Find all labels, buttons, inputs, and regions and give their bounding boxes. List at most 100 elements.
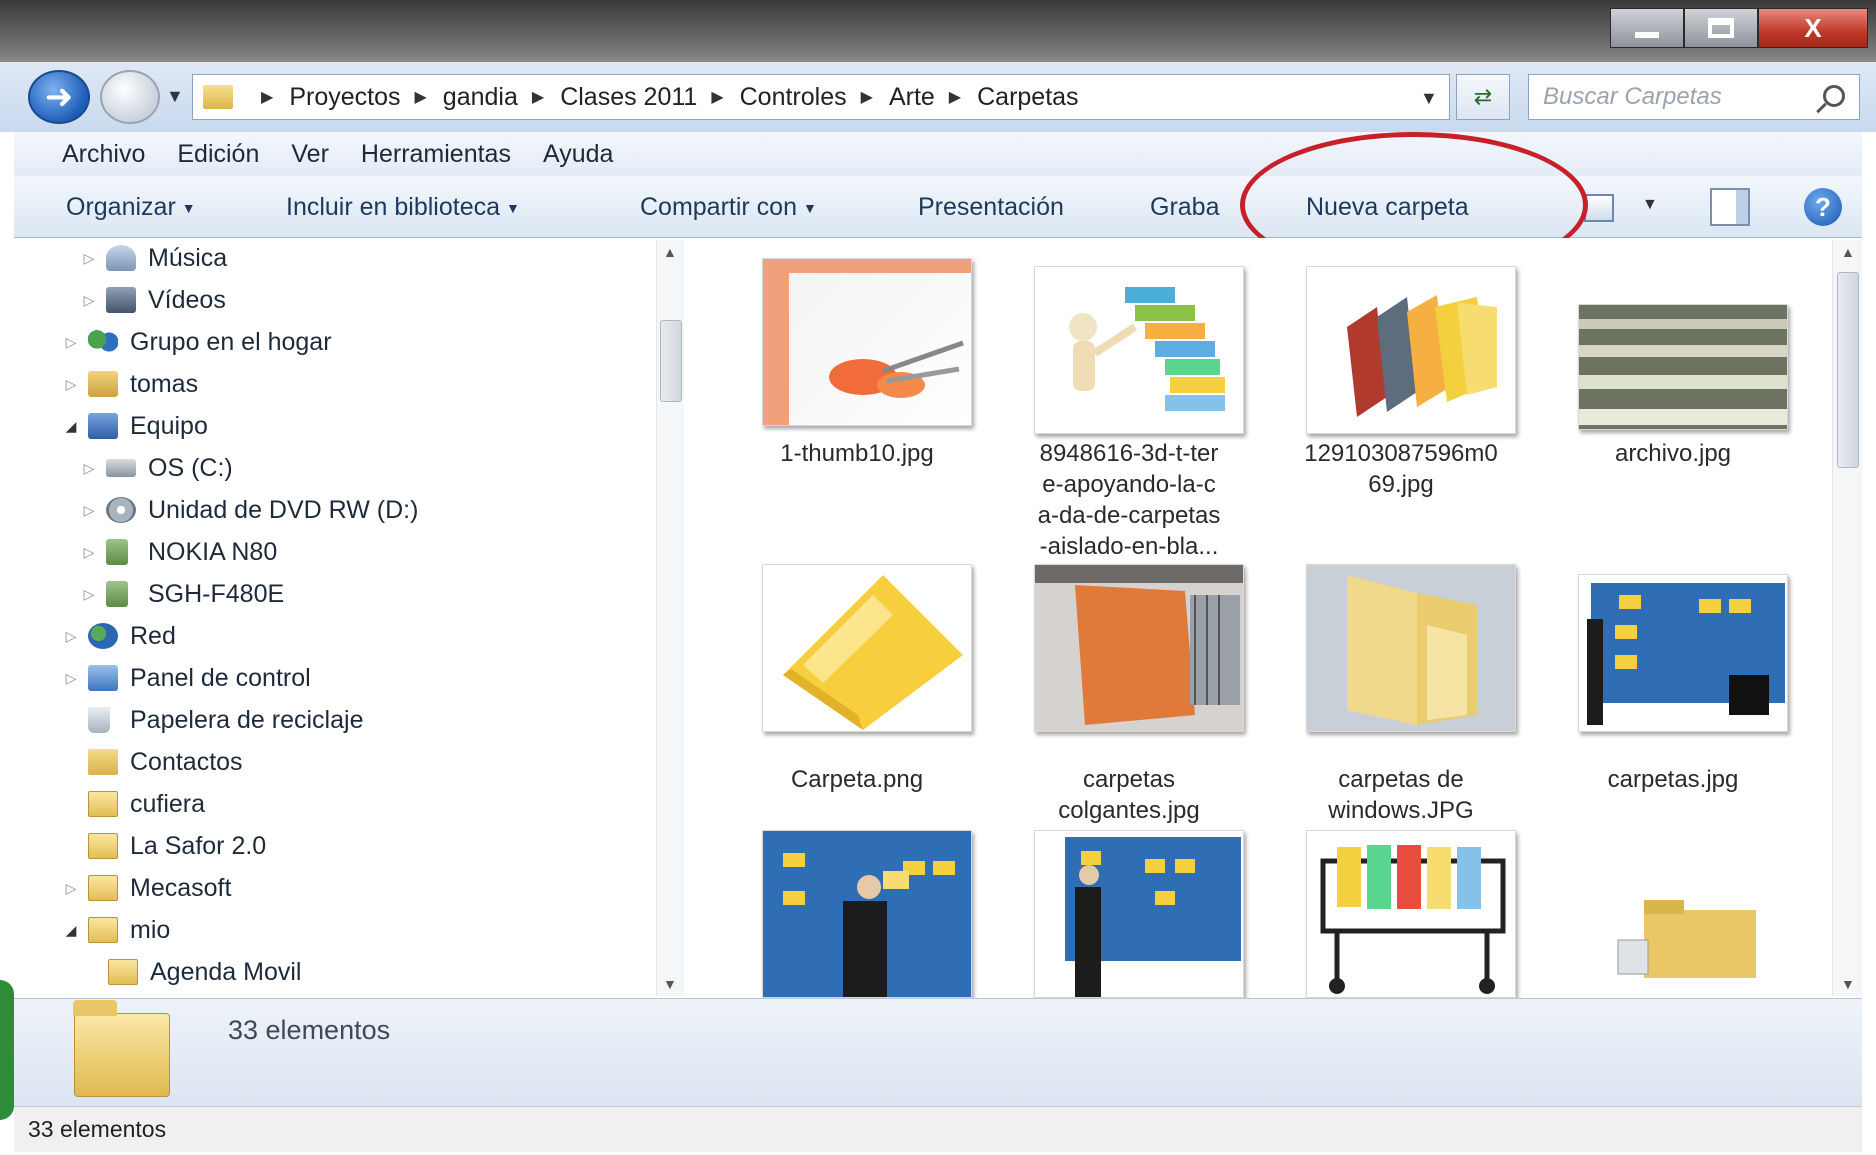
expand-arrow-icon[interactable]: ▷ bbox=[80, 292, 98, 309]
breadcrumb-item[interactable]: gandia bbox=[443, 83, 518, 112]
tree-item-sgh[interactable]: ▷ SGH-F480E bbox=[80, 574, 285, 614]
expand-arrow-icon[interactable]: ▷ bbox=[80, 586, 98, 603]
burn-button[interactable]: Graba bbox=[1150, 193, 1219, 222]
tree-item-musica[interactable]: ▷ Música bbox=[80, 238, 228, 278]
chevron-down-icon[interactable]: ▼ bbox=[1642, 196, 1658, 214]
expand-arrow-icon[interactable]: ▷ bbox=[62, 376, 80, 393]
tree-item-os-c[interactable]: ▷ OS (C:) bbox=[80, 448, 233, 488]
address-bar[interactable]: ▶ Proyectos ▶ gandia ▶ Clases 2011 ▶ Con… bbox=[192, 74, 1450, 120]
organize-button[interactable]: Organizar ▼ bbox=[66, 193, 196, 222]
slideshow-button[interactable]: Presentación bbox=[918, 193, 1064, 222]
collapse-arrow-icon[interactable]: ◢ bbox=[62, 418, 80, 435]
expand-arrow-icon[interactable]: ▷ bbox=[62, 334, 80, 351]
tree-item-la-safor[interactable]: La Safor 2.0 bbox=[88, 826, 266, 866]
chevron-right-icon[interactable]: ▶ bbox=[532, 87, 544, 107]
organize-label: Organizar bbox=[66, 193, 176, 221]
scroll-up-icon[interactable]: ▲ bbox=[1841, 244, 1855, 260]
search-input[interactable]: Buscar Carpetas bbox=[1528, 74, 1860, 120]
expand-arrow-icon[interactable]: ▷ bbox=[80, 544, 98, 561]
tree-item-label: Grupo en el hogar bbox=[130, 327, 332, 356]
menu-ayuda[interactable]: Ayuda bbox=[543, 140, 613, 169]
tree-item-videos[interactable]: ▷ Vídeos bbox=[80, 280, 226, 320]
menu-bar: Archivo Edición Ver Herramientas Ayuda bbox=[14, 132, 1862, 176]
scroll-down-icon[interactable]: ▼ bbox=[663, 976, 677, 992]
folder-icon bbox=[73, 1000, 170, 1097]
tree-item-equipo[interactable]: ◢ Equipo bbox=[62, 406, 208, 446]
tree-item-mio[interactable]: ◢ mio bbox=[62, 910, 171, 950]
window-titlebar: X bbox=[0, 0, 1876, 62]
chevron-right-icon[interactable]: ▶ bbox=[711, 87, 723, 107]
recent-pages-dropdown[interactable]: ▼ bbox=[166, 86, 184, 107]
chevron-right-icon[interactable]: ▶ bbox=[861, 87, 873, 107]
minimize-button[interactable] bbox=[1610, 8, 1684, 48]
status-item-count: 33 elementos bbox=[28, 1116, 167, 1142]
tree-item-red[interactable]: ▷ Red bbox=[62, 616, 176, 656]
preview-pane-icon[interactable] bbox=[1710, 188, 1750, 226]
file-label-line: a-da-de-carpetas bbox=[1037, 502, 1221, 529]
chevron-right-icon[interactable]: ▶ bbox=[261, 87, 273, 107]
navigation-scrollbar[interactable]: ▲ ▼ bbox=[656, 240, 684, 996]
content-scrollbar[interactable]: ▲ ▼ bbox=[1832, 240, 1862, 996]
3d-figure-image bbox=[1069, 287, 1225, 411]
share-with-button[interactable]: Compartir con ▼ bbox=[640, 193, 817, 222]
tree-item-panel-control[interactable]: ▷ Panel de control bbox=[62, 658, 311, 698]
expand-arrow-icon[interactable]: ▷ bbox=[62, 880, 80, 897]
scroll-down-icon[interactable]: ▼ bbox=[1841, 976, 1855, 992]
breadcrumb-item[interactable]: Proyectos bbox=[289, 83, 400, 112]
menu-ver[interactable]: Ver bbox=[291, 140, 329, 169]
breadcrumb-item[interactable]: Controles bbox=[740, 83, 847, 112]
search-icon[interactable] bbox=[1823, 85, 1845, 107]
small-folder-image bbox=[1617, 900, 1756, 978]
file-label-line: windows.JPG bbox=[1328, 797, 1474, 824]
recycle-bin-icon bbox=[88, 707, 110, 733]
expand-arrow-icon[interactable]: ▷ bbox=[62, 670, 80, 687]
close-button[interactable]: X bbox=[1758, 8, 1868, 48]
tree-item-agenda-movil[interactable]: Agenda Movil bbox=[108, 952, 301, 992]
change-view-icon[interactable] bbox=[1584, 194, 1614, 222]
dvd-drive-icon bbox=[106, 497, 136, 523]
address-dropdown[interactable]: ▼ bbox=[1420, 88, 1438, 109]
tree-item-contactos[interactable]: Contactos bbox=[88, 742, 243, 782]
tree-item-mecasoft[interactable]: ▷ Mecasoft bbox=[62, 868, 232, 908]
back-button[interactable]: ➜ bbox=[28, 70, 90, 124]
expand-arrow-icon[interactable]: ▷ bbox=[62, 628, 80, 645]
tree-item-label: cufiera bbox=[130, 789, 206, 818]
expand-arrow-icon[interactable]: ▷ bbox=[80, 502, 98, 519]
tree-item-tomas[interactable]: ▷ tomas bbox=[62, 364, 198, 404]
tree-item-cufiera[interactable]: cufiera bbox=[88, 784, 205, 824]
drive-icon bbox=[106, 459, 136, 477]
tree-item-nokia[interactable]: ▷ NOKIA N80 bbox=[80, 532, 278, 572]
scrollbar-thumb[interactable] bbox=[1837, 272, 1859, 468]
yellow-folder-image bbox=[783, 575, 963, 730]
breadcrumb-item[interactable]: Clases 2011 bbox=[560, 83, 697, 112]
chevron-right-icon[interactable]: ▶ bbox=[949, 87, 961, 107]
tree-item-grupo-hogar[interactable]: ▷ Grupo en el hogar bbox=[62, 322, 332, 362]
menu-edicion[interactable]: Edición bbox=[177, 140, 259, 169]
include-library-button[interactable]: Incluir en biblioteca ▼ bbox=[286, 193, 520, 222]
help-icon[interactable]: ? bbox=[1804, 188, 1842, 226]
tree-item-papelera[interactable]: Papelera de reciclaje bbox=[88, 700, 363, 740]
refresh-button[interactable]: ⇄ bbox=[1456, 74, 1510, 120]
include-library-label: Incluir en biblioteca bbox=[286, 193, 501, 221]
file-thumbnail bbox=[1306, 830, 1516, 998]
file-label-line: Carpeta.png bbox=[790, 766, 924, 793]
maximize-button[interactable] bbox=[1684, 8, 1758, 48]
forward-button[interactable] bbox=[100, 70, 160, 124]
collapse-arrow-icon[interactable]: ◢ bbox=[62, 922, 80, 939]
scroll-up-icon[interactable]: ▲ bbox=[663, 244, 677, 260]
menu-herramientas[interactable]: Herramientas bbox=[361, 140, 511, 169]
phone-icon bbox=[106, 539, 128, 565]
expand-arrow-icon[interactable]: ▷ bbox=[80, 460, 98, 477]
scrollbar-thumb[interactable] bbox=[660, 320, 682, 402]
tree-item-label: Papelera de reciclaje bbox=[130, 705, 364, 734]
hanging-folders-image bbox=[1035, 565, 1243, 731]
menu-archivo[interactable]: Archivo bbox=[62, 140, 145, 169]
file-thumbnail bbox=[762, 258, 972, 426]
expand-arrow-icon[interactable]: ▷ bbox=[80, 250, 98, 267]
tree-item-dvd[interactable]: ▷ Unidad de DVD RW (D:) bbox=[80, 490, 419, 530]
chevron-right-icon[interactable]: ▶ bbox=[414, 87, 426, 107]
tree-item-label: Vídeos bbox=[148, 285, 226, 314]
breadcrumb-item[interactable]: Arte bbox=[889, 83, 935, 112]
breadcrumb-item[interactable]: Carpetas bbox=[977, 83, 1078, 112]
file-cart-image bbox=[1320, 845, 1506, 994]
